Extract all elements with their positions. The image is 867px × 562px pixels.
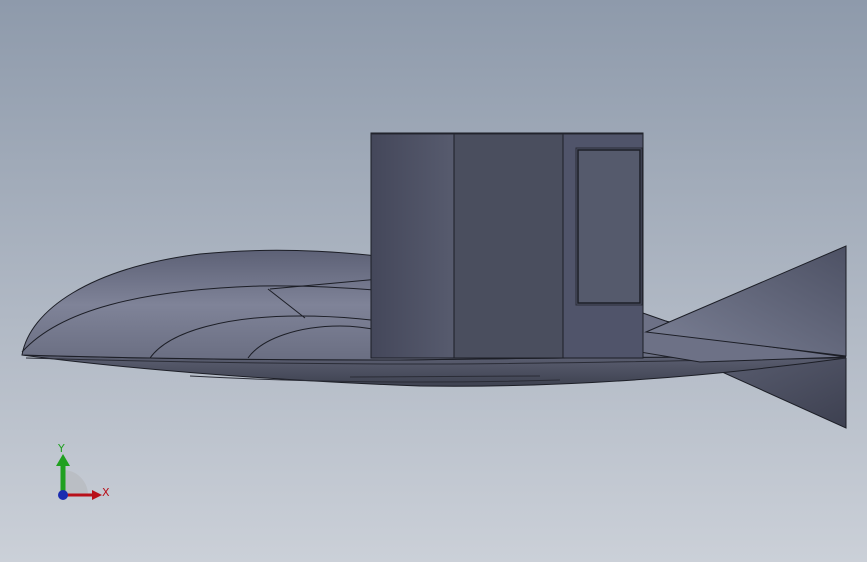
z-axis-dot bbox=[58, 490, 68, 500]
orientation-triad[interactable]: Y X bbox=[48, 440, 118, 510]
triad-sector bbox=[63, 470, 88, 495]
sail-left-panel bbox=[370, 132, 455, 359]
sail-hatch bbox=[577, 149, 641, 304]
x-axis-label: X bbox=[102, 486, 110, 499]
cad-viewport[interactable]: Y X bbox=[0, 0, 867, 562]
sail-middle-panel bbox=[453, 132, 564, 359]
y-axis-head bbox=[56, 454, 70, 466]
y-axis-label: Y bbox=[58, 442, 65, 455]
x-axis-head bbox=[92, 490, 102, 500]
model-scene bbox=[0, 0, 867, 562]
